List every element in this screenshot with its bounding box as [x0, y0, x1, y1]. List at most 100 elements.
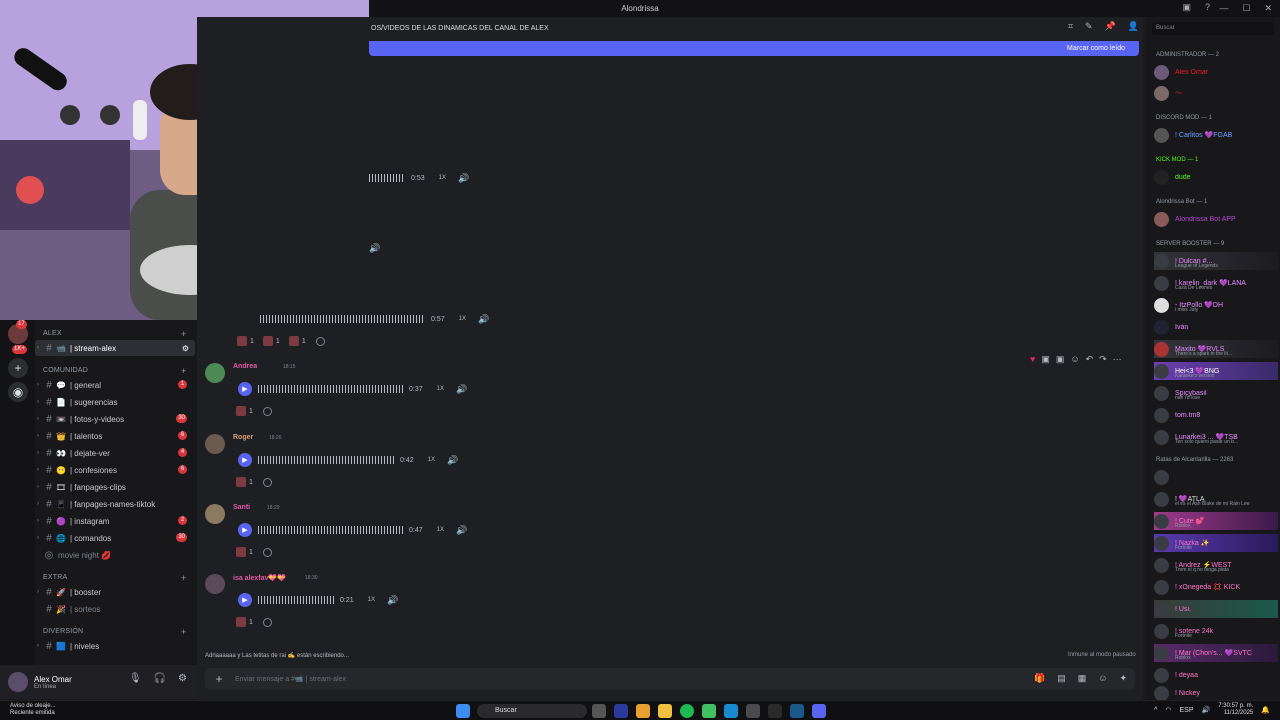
- member-item[interactable]: Lunarkei3 ... 💜TSB Ten solo quiero pasar …: [1154, 428, 1278, 446]
- member-item[interactable]: ! deyaa: [1154, 666, 1278, 684]
- windows-start-icon[interactable]: [456, 704, 470, 718]
- sticker-icon[interactable]: ▦: [1078, 673, 1087, 684]
- message-input[interactable]: Enviar mensaje a #📹 | stream-alex: [235, 675, 346, 683]
- channel-comandos[interactable]: › # 🌐 | comandos 30: [35, 530, 195, 546]
- speed-button[interactable]: 1X: [437, 386, 444, 392]
- member-item[interactable]: ! Cute 💕 Roblox: [1154, 512, 1278, 530]
- folder-icon[interactable]: [658, 704, 672, 718]
- channel-fanpages-clips[interactable]: › # 🎞 | fanpages-clips: [35, 479, 195, 495]
- volume-icon[interactable]: 🔊: [447, 455, 458, 466]
- author-name[interactable]: Andrea: [233, 363, 257, 370]
- steam-icon[interactable]: [790, 704, 804, 718]
- member-item[interactable]: ! Usi.: [1154, 600, 1278, 618]
- taskbar-search[interactable]: Buscar: [477, 704, 587, 718]
- author-name[interactable]: Santi: [233, 504, 250, 511]
- members-icon[interactable]: 👤: [1128, 21, 1139, 32]
- close-button[interactable]: ✕: [1264, 0, 1272, 17]
- capcut-icon[interactable]: [768, 704, 782, 718]
- avatar[interactable]: [205, 574, 225, 594]
- waveform[interactable]: [258, 596, 334, 604]
- settings-icon[interactable]: ⚙: [182, 344, 189, 353]
- avatar[interactable]: [205, 363, 225, 383]
- mute-icon[interactable]: ✎: [1085, 21, 1093, 32]
- channel-movie-night[interactable]: ◎ movie night 💋: [35, 547, 195, 563]
- reaction[interactable]: 1: [236, 617, 272, 627]
- task-view-icon[interactable]: [592, 704, 606, 718]
- play-button[interactable]: ▶: [238, 382, 252, 396]
- category-diversion[interactable]: DIVERSIÓN +: [43, 627, 186, 637]
- waveform[interactable]: [258, 385, 403, 393]
- volume-icon[interactable]: 🔊: [478, 314, 489, 325]
- channel-sugerencias[interactable]: › # 📄 | sugerencias: [35, 394, 195, 410]
- gear-icon[interactable]: ⚙: [178, 673, 187, 684]
- member-item[interactable]: Alex Omar: [1154, 63, 1278, 81]
- reaction[interactable]: 1: [236, 406, 272, 416]
- chevron-up-icon[interactable]: ^: [1154, 707, 1157, 714]
- member-item[interactable]: [1154, 468, 1278, 486]
- member-item[interactable]: Alondrissa Bot APP: [1154, 210, 1278, 228]
- attach-button[interactable]: +: [209, 672, 229, 686]
- premiere-icon[interactable]: [614, 704, 628, 718]
- discord-icon[interactable]: [812, 704, 826, 718]
- channel-sorteos[interactable]: # 🎉 | sorteos: [35, 601, 195, 617]
- wifi-icon[interactable]: ◠: [1165, 706, 1171, 714]
- volume-icon[interactable]: 🔊: [458, 173, 469, 184]
- waveform[interactable]: [369, 174, 405, 182]
- gif-icon[interactable]: ▤: [1057, 673, 1066, 684]
- member-item[interactable]: ! karelin_dark 💜LANA Casa De Leones: [1154, 274, 1278, 292]
- waveform[interactable]: [260, 315, 425, 323]
- speaker-icon[interactable]: 🔊: [1202, 706, 1211, 714]
- member-item[interactable]: Hei<3 💜BNG Karaoke's version: [1154, 362, 1278, 380]
- inbox-icon[interactable]: ▣: [1182, 2, 1191, 13]
- reaction[interactable]: 1: [236, 547, 272, 557]
- apps-icon[interactable]: ✦: [1119, 673, 1127, 684]
- channel-instagram[interactable]: › # 🟣 | instagram 2: [35, 513, 195, 529]
- clock[interactable]: 7:30:57 p. m. 11/12/2025: [1218, 703, 1253, 717]
- category-alex[interactable]: ALEX +: [43, 329, 186, 339]
- author-name[interactable]: Roger: [233, 434, 253, 441]
- channel-dejate-ver[interactable]: › # 👀 | dejate-ver 4: [35, 445, 195, 461]
- volume-icon[interactable]: 🔊: [369, 239, 380, 257]
- chrome-icon[interactable]: [702, 704, 716, 718]
- speed-button[interactable]: 1X: [439, 175, 446, 181]
- channel-general[interactable]: › # 💬 | general 1: [35, 377, 195, 393]
- channel-confesiones[interactable]: › # 😶 | confesiones 6: [35, 462, 195, 478]
- avatar[interactable]: [8, 672, 28, 692]
- channel-fotos-y-videos[interactable]: › # 📼 | fotos-y-videos 30: [35, 411, 195, 427]
- speed-button[interactable]: 1X: [459, 316, 466, 322]
- member-item[interactable]: - ItzPollo 💜DH i miss July: [1154, 296, 1278, 314]
- reaction-row[interactable]: 1 1 1: [237, 336, 325, 346]
- volume-icon[interactable]: 🔊: [456, 525, 467, 536]
- minimize-button[interactable]: —: [1219, 0, 1228, 17]
- channel-booster[interactable]: › # 🚀 | booster: [35, 584, 195, 600]
- speed-button[interactable]: 1X: [428, 457, 435, 463]
- member-item[interactable]: Iván: [1154, 318, 1278, 336]
- speed-button[interactable]: 1X: [368, 597, 375, 603]
- headphones-icon[interactable]: 🎧: [154, 673, 166, 684]
- reaction[interactable]: 1: [236, 477, 272, 487]
- member-item[interactable]: ! xOnegeda 💢 KICK: [1154, 578, 1278, 596]
- mark-as-read-bar[interactable]: Marcar como leído: [369, 41, 1139, 56]
- discover-icon[interactable]: ◉: [8, 382, 28, 402]
- play-button[interactable]: ▶: [238, 453, 252, 467]
- weather-notice[interactable]: Aviso de oleaje... Reciente emitida: [10, 703, 56, 717]
- waveform[interactable]: [258, 526, 403, 534]
- member-item[interactable]: ! 💜ATLA el es el Ash Blake de mi Rain Lee: [1154, 490, 1278, 508]
- channel-fanpages-names-tiktok[interactable]: › # 📱 | fanpages-names-tiktok: [35, 496, 195, 512]
- member-item[interactable]: tom.tm8: [1154, 406, 1278, 424]
- microphone-icon[interactable]: 🎙: [129, 673, 142, 684]
- threads-icon[interactable]: ⌗: [1068, 21, 1073, 32]
- member-item[interactable]: ! Dulcan #... League of Legends: [1154, 252, 1278, 270]
- gift-icon[interactable]: 🎁: [1034, 673, 1045, 684]
- member-item[interactable]: ! Carlitos 💜FGAB: [1154, 126, 1278, 144]
- member-item[interactable]: ! Mar (Chon's... 💜SVTC Roblox: [1154, 644, 1278, 662]
- author-name[interactable]: isa alexfav💝💝: [233, 574, 286, 582]
- waveform[interactable]: [258, 456, 394, 464]
- member-item[interactable]: ! sofene 24k Fortnite: [1154, 622, 1278, 640]
- maximize-button[interactable]: ☐: [1242, 0, 1250, 17]
- app-icon[interactable]: [746, 704, 760, 718]
- channel-stream-alex[interactable]: › # 📹 | stream-alex ⚙: [35, 340, 195, 356]
- channel-niveles[interactable]: › # 🟦 | niveles: [35, 638, 195, 654]
- search-input[interactable]: Buscar: [1152, 22, 1274, 35]
- channel-talentos[interactable]: › # 👑 | talentos 6: [35, 428, 195, 444]
